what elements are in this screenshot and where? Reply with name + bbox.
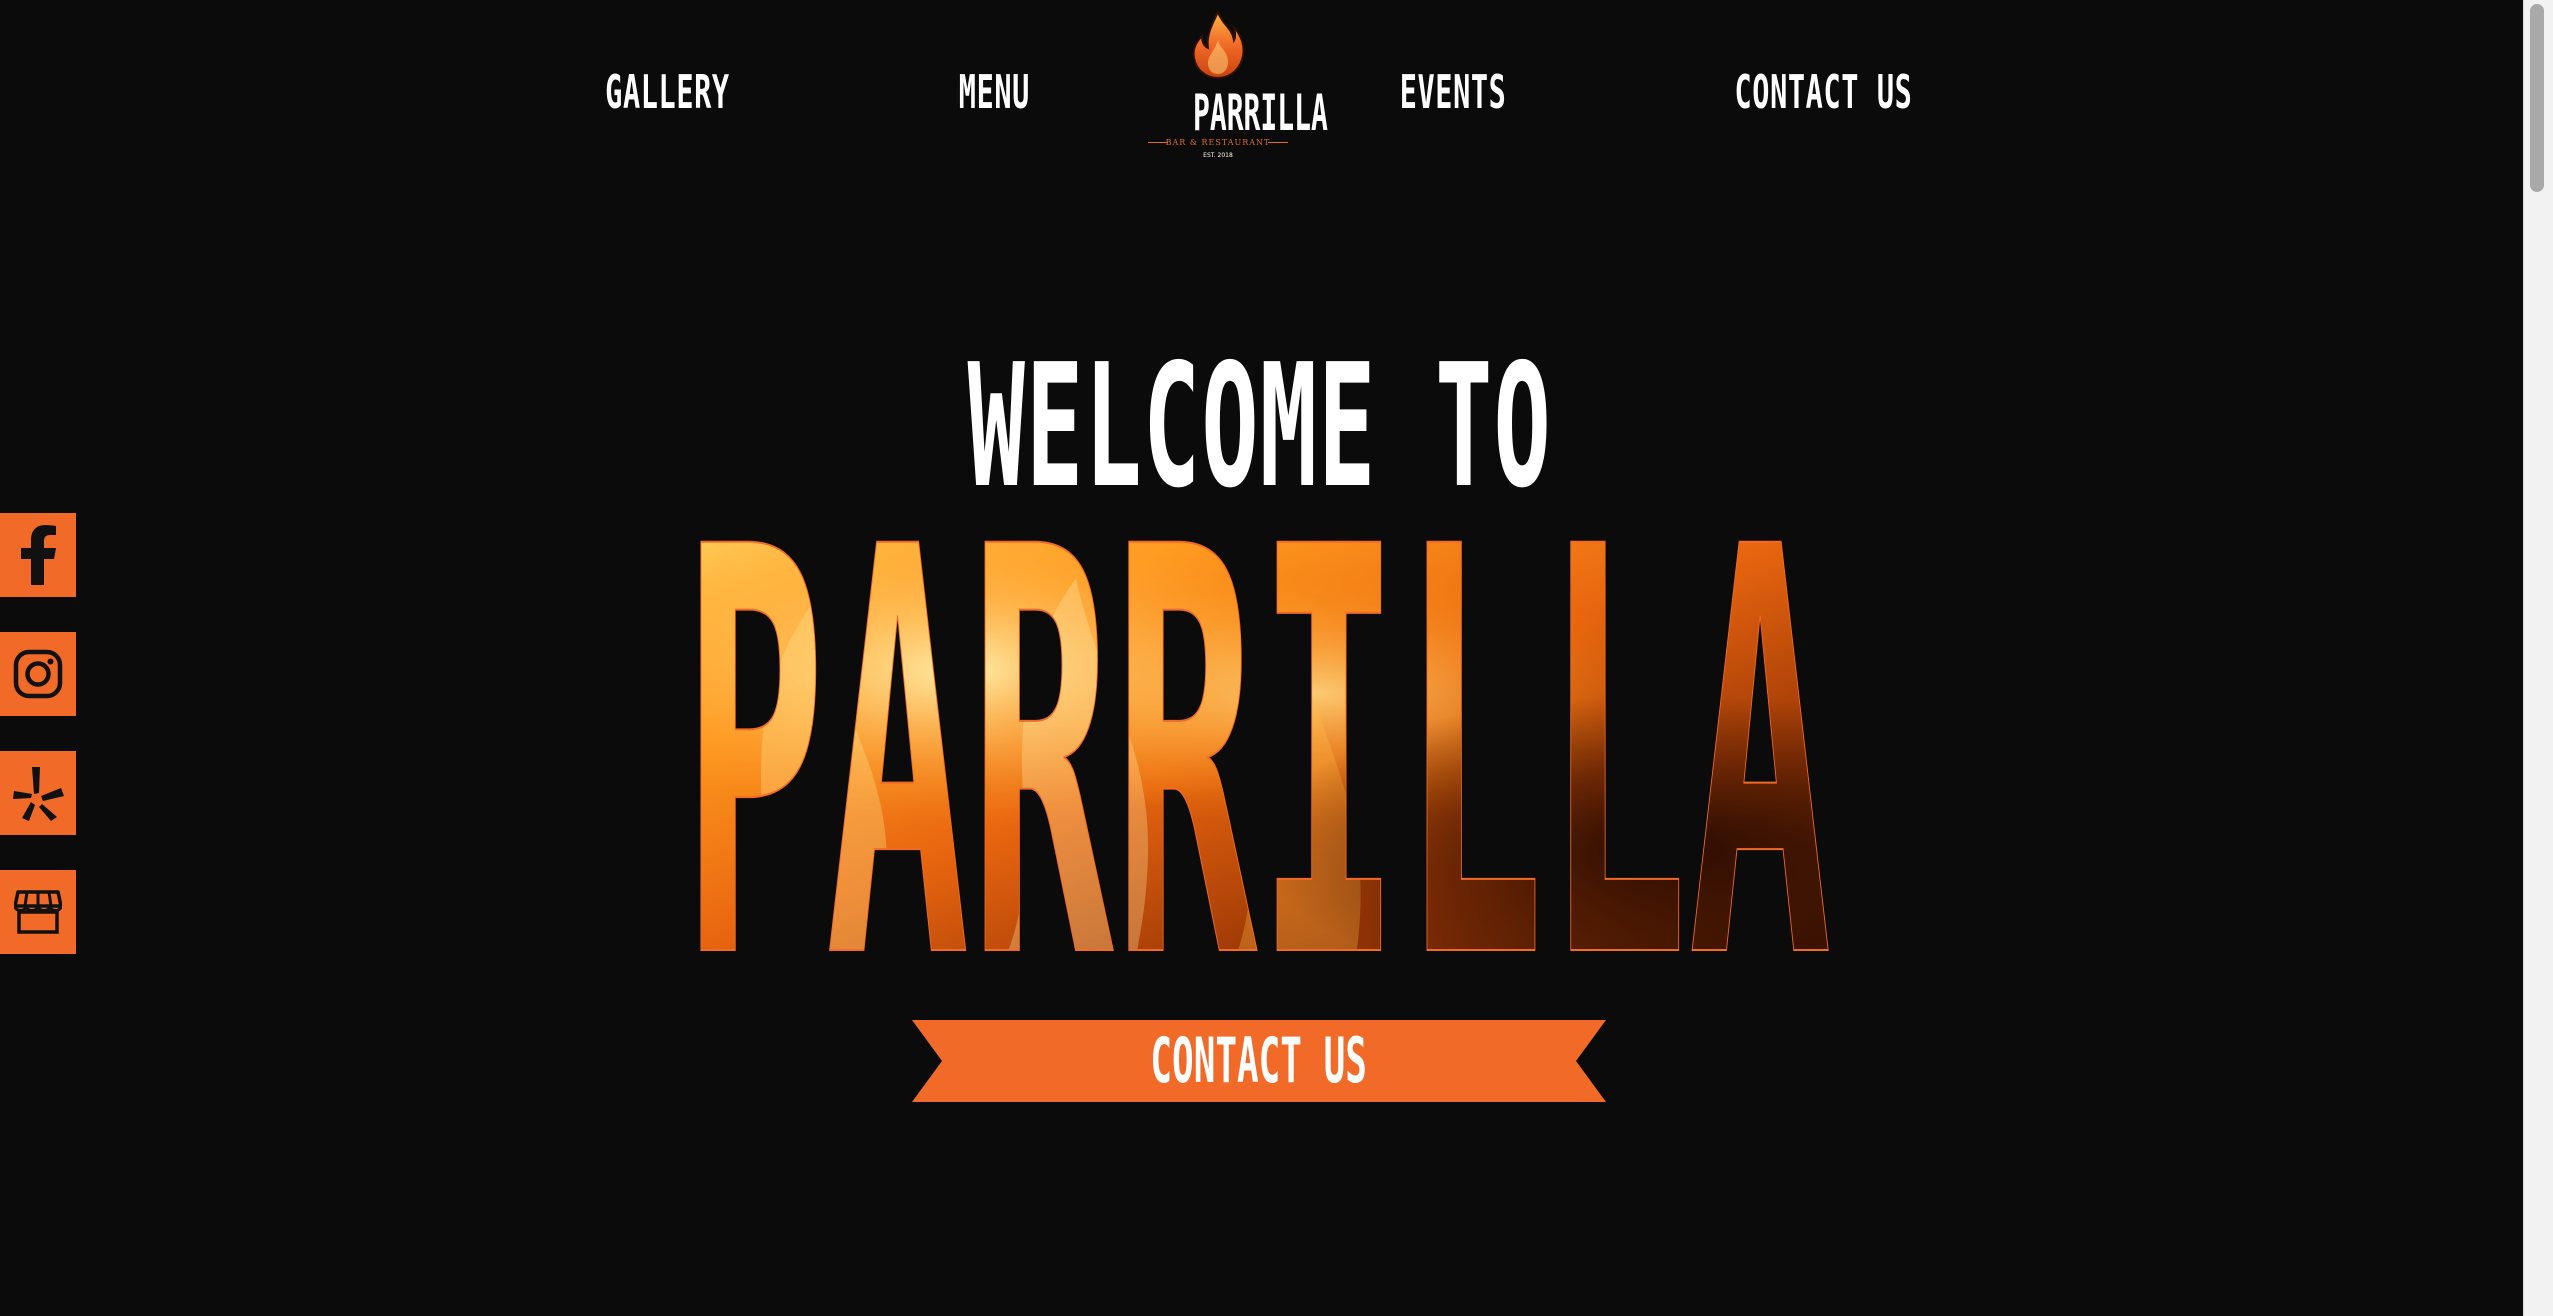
nav-gallery-label: GALLERY bbox=[604, 65, 730, 119]
logo-home-link[interactable]: PARRILLA BAR & RESTAURANT EST. 2018 bbox=[1140, 10, 1328, 160]
hero-brand-outline: PARRILLA bbox=[682, 518, 1832, 956]
instagram-icon bbox=[13, 649, 63, 699]
hero-welcome-wrap: WELCOME TO bbox=[968, 342, 1551, 512]
yelp-icon bbox=[13, 767, 64, 821]
nav-contact-label: CONTACT US bbox=[1734, 65, 1912, 119]
page: GALLERY MENU PARRILLA BAR & RESTAURANT E… bbox=[0, 0, 2553, 1316]
contact-us-label-wrap: CONTACT US bbox=[912, 1020, 1606, 1102]
logo-divider-right bbox=[1268, 142, 1288, 143]
nav-menu-link[interactable]: MENU bbox=[954, 68, 1034, 116]
hero-welcome-text: WELCOME TO bbox=[967, 328, 1553, 526]
contact-us-label: CONTACT US bbox=[1150, 1024, 1368, 1097]
flame-icon bbox=[1192, 10, 1245, 80]
facebook-icon bbox=[21, 525, 56, 585]
nav-events-link[interactable]: EVENTS bbox=[1396, 68, 1510, 116]
nav-gallery-link[interactable]: GALLERY bbox=[596, 68, 738, 116]
store-button[interactable] bbox=[0, 870, 76, 954]
nav-events-label: EVENTS bbox=[1399, 65, 1507, 119]
instagram-button[interactable] bbox=[0, 632, 76, 716]
logo-established: EST. 2018 bbox=[1203, 152, 1233, 159]
scrollbar-track[interactable] bbox=[2523, 0, 2553, 1316]
hero-brand-title: PARRILLA PARRILLA bbox=[681, 518, 1833, 956]
nav-menu-label: MENU bbox=[958, 65, 1030, 119]
contact-us-button[interactable]: CONTACT US bbox=[912, 1020, 1606, 1102]
facebook-button[interactable] bbox=[0, 513, 76, 597]
logo-wordmark-wrap: PARRILLA bbox=[1140, 88, 1328, 138]
storefront-icon bbox=[14, 890, 62, 934]
logo-wordmark: PARRILLA bbox=[1192, 84, 1328, 142]
nav-contact-link[interactable]: CONTACT US bbox=[1734, 65, 1912, 119]
yelp-button[interactable] bbox=[0, 751, 76, 835]
scrollbar-thumb[interactable] bbox=[2530, 4, 2544, 192]
